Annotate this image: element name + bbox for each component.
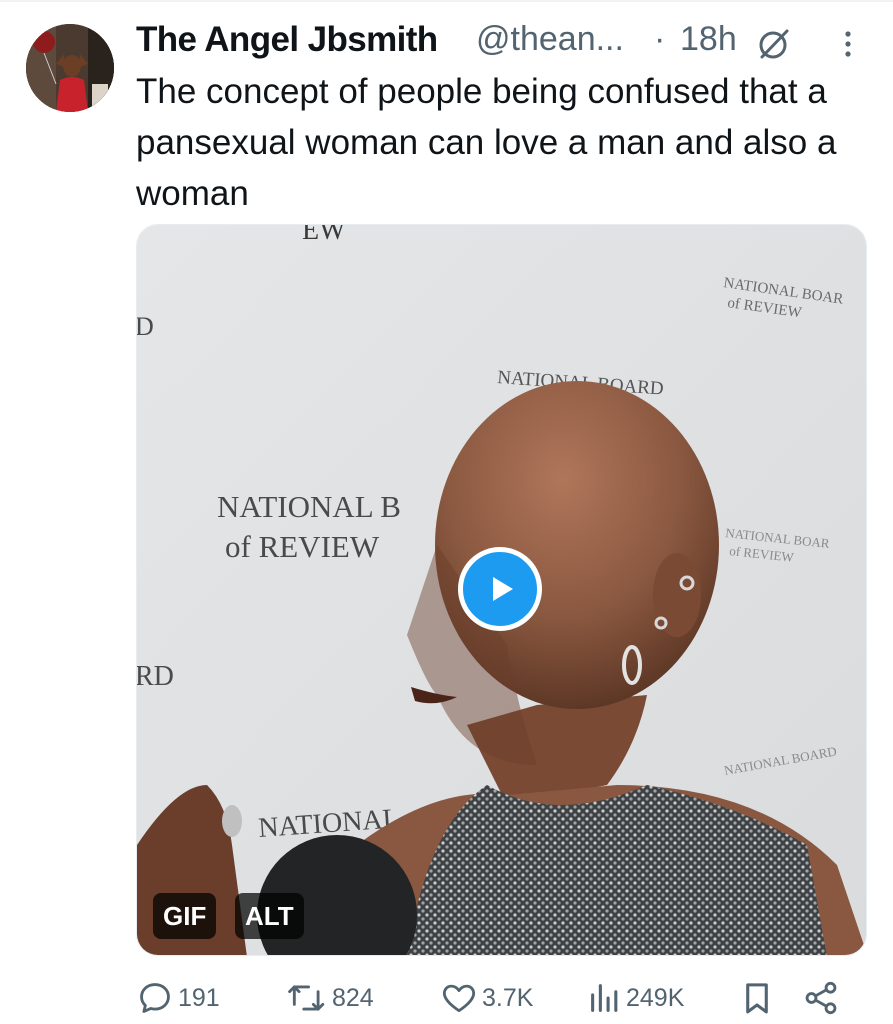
svg-text:RD: RD	[137, 661, 174, 692]
svg-text:EW: EW	[302, 225, 346, 246]
reply-button[interactable]: 191	[136, 975, 220, 1021]
top-divider	[0, 0, 893, 2]
retweet-icon	[288, 985, 325, 1011]
tweet-text: The concept of people being confused tha…	[136, 72, 837, 213]
display-name[interactable]: The Angel Jbsmith	[136, 20, 438, 60]
reply-count: 191	[178, 983, 220, 1012]
views-button[interactable]: 249K	[588, 975, 684, 1021]
reply-icon	[140, 983, 170, 1013]
grok-ring-icon[interactable]	[756, 26, 792, 67]
retweet-count: 824	[332, 983, 374, 1012]
gif-media[interactable]: EW NATIONAL BOAR of REVIEW NATIONAL BOAR…	[136, 224, 867, 956]
like-button[interactable]: 3.7K	[440, 975, 533, 1021]
action-bar: 191 824 3.7K 249K	[136, 975, 866, 1021]
bookmark-icon	[746, 983, 768, 1014]
alt-badge[interactable]: ALT	[235, 893, 304, 939]
svg-text:D: D	[137, 312, 154, 341]
timestamp[interactable]: 18h	[680, 20, 737, 59]
avatar[interactable]	[26, 24, 114, 112]
share-icon	[805, 981, 837, 1015]
like-count: 3.7K	[482, 983, 534, 1012]
views-chart-icon	[591, 984, 618, 1012]
tweet-header: The Angel Jbsmith @thean... · 18h	[136, 14, 866, 64]
user-handle[interactable]: @thean...	[476, 20, 624, 59]
gif-badge: GIF	[153, 893, 217, 939]
svg-text:NATIONAL B: NATIONAL B	[217, 489, 401, 524]
more-options-icon[interactable]	[838, 28, 858, 69]
separator-dot: ·	[654, 20, 666, 58]
svg-text:of REVIEW: of REVIEW	[225, 529, 380, 564]
heart-icon	[442, 984, 476, 1013]
views-count: 249K	[626, 983, 685, 1012]
bookmark-button[interactable]	[740, 975, 774, 1021]
play-icon	[493, 577, 513, 601]
share-button[interactable]	[802, 975, 840, 1021]
retweet-button[interactable]: 824	[286, 975, 374, 1021]
play-button[interactable]	[458, 547, 542, 631]
